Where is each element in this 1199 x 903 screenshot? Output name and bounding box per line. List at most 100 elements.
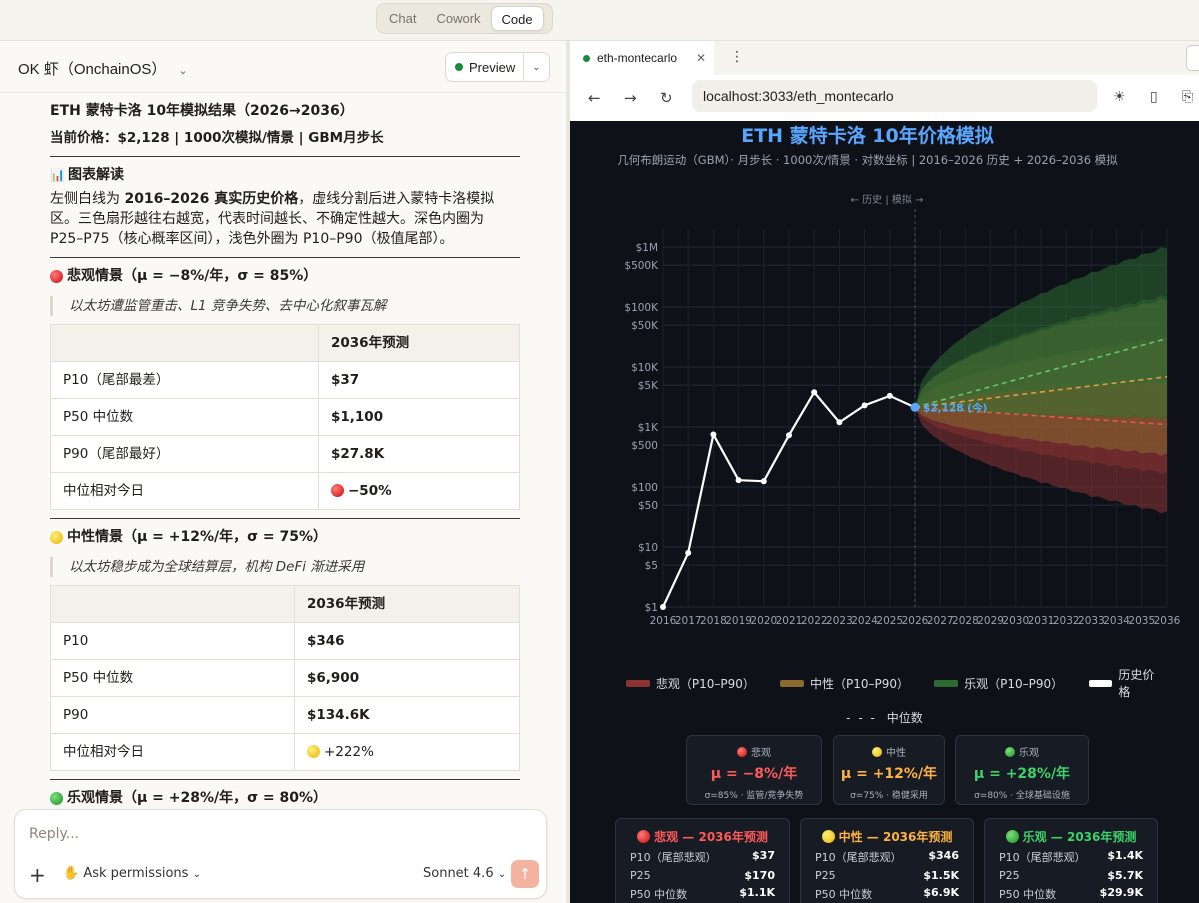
x-tick-label: 2024	[851, 615, 878, 627]
red-circle-icon	[737, 746, 747, 757]
chevron-down-icon: ⌄	[497, 869, 507, 880]
table-row: P50 中位数 $1,100	[50, 398, 520, 436]
browser-tabbar: eth-montecarlo ✕ ⋮	[570, 41, 1199, 75]
table-cell: $37	[318, 361, 520, 399]
ask-permissions-button[interactable]: ✋ Ask permissions ⌄	[63, 866, 201, 881]
mode-chat[interactable]: Chat	[379, 6, 426, 31]
back-icon[interactable]: ←	[588, 89, 601, 107]
browser-nav: ← → ↻ localhost:3033/eth_montecarlo ☀ ▯ …	[570, 75, 1199, 121]
divider	[50, 156, 520, 157]
y-tick-label: $10K	[631, 362, 659, 374]
green-circle-icon	[50, 791, 63, 805]
status-dot-icon	[455, 63, 463, 71]
theme-icon[interactable]: ☀	[1113, 89, 1126, 105]
divider-label: ← 历史 | 模拟 →	[851, 193, 924, 206]
bull-heading: 乐观情景（μ = +28%/年，σ = 80%）	[50, 788, 520, 808]
table-cell: P10	[50, 622, 295, 660]
neutral-heading: 中性情景（μ = +12%/年，σ = 75%）	[50, 527, 520, 547]
bear-quote: 以太坊遭监管重击、L1 竞争失势、去中心化叙事瓦解	[50, 296, 520, 316]
dashed-line-icon: - - -	[846, 711, 877, 725]
more-icon[interactable]: ⋮	[730, 49, 744, 65]
bear-change-value: −50%	[348, 483, 392, 499]
red-circle-icon	[331, 484, 344, 497]
preview-dropdown-chevron-icon[interactable]: ⌄	[523, 53, 549, 81]
chart-reading-text: 左侧白线为 2016–2026 真实历史价格，虚线分割后进入蒙特卡洛模拟区。三色…	[50, 189, 520, 249]
browser-panel: eth-montecarlo ✕ ⋮ ← → ↻ localhost:3033/…	[570, 41, 1199, 903]
send-button[interactable]: ↑	[511, 860, 539, 888]
model-selector[interactable]: Sonnet 4.6 ⌄	[423, 866, 506, 881]
history-point	[786, 432, 792, 439]
pcard-value: $1.5K	[923, 869, 959, 882]
card-mu: μ = +12%/年	[840, 766, 938, 782]
divider	[50, 779, 520, 780]
median-legend-label: 中位数	[886, 711, 923, 725]
y-tick-label: $500	[631, 440, 658, 452]
para-bold: 2016–2026 真实历史价格	[124, 191, 299, 207]
pcard-label: P25	[999, 869, 1020, 882]
card-name: 乐观	[956, 744, 1088, 759]
y-tick-label: $5	[645, 560, 658, 572]
legend-label: 悲观（P10–P90）	[655, 676, 755, 691]
history-point	[861, 402, 868, 409]
inspect-icon[interactable]: ⎘	[1182, 89, 1193, 105]
card-desc: σ=85% · 监管/竞争失势	[704, 791, 804, 801]
pcard-row: P25 $170	[616, 869, 789, 882]
x-tick-label: 2033	[1078, 615, 1105, 627]
tab-title: eth-montecarlo	[597, 51, 678, 65]
current-price-label: $2,128 (今)	[923, 401, 987, 414]
reload-icon[interactable]: ↻	[660, 89, 673, 107]
x-tick-label: 2021	[776, 615, 803, 627]
divider	[50, 518, 520, 519]
yellow-circle-icon	[821, 830, 835, 843]
y-tick-label: $1	[645, 602, 658, 614]
model-label: Sonnet 4.6	[423, 866, 494, 881]
legend-label: 中性（P10–P90）	[810, 676, 910, 691]
reply-input[interactable]: Reply...	[29, 826, 79, 842]
x-tick-label: 2028	[952, 615, 979, 627]
pcard-row: P25 $5.7K	[985, 869, 1157, 882]
project-selector[interactable]: OK 虾（OnchainOS） ⌄	[18, 58, 188, 79]
reply-box[interactable]: Reply... + ✋ Ask permissions ⌄ Sonnet 4.…	[14, 809, 547, 899]
legend-label: 历史价格	[1118, 668, 1155, 699]
legend-item[interactable]: 中性（P10–P90）	[780, 673, 910, 693]
legend-item[interactable]: 悲观（P10–P90）	[626, 673, 755, 693]
mode-cowork[interactable]: Cowork	[426, 6, 490, 31]
x-tick-label: 2016	[650, 615, 677, 627]
table-header-row: 2036年预测	[50, 585, 520, 623]
forward-icon[interactable]: →	[624, 89, 637, 107]
card-name: 悲观	[687, 744, 821, 759]
legend-item[interactable]: 历史价格	[1088, 668, 1167, 699]
neutral-quote: 以太坊稳步成为全球结算层，机构 DeFi 渐进采用	[50, 557, 520, 577]
current-price-point	[910, 402, 920, 412]
yellow-circle-icon	[307, 745, 320, 758]
pcard-label: P50 中位数	[815, 888, 873, 901]
pcard-title: 乐观 — 2036年预测	[985, 828, 1157, 845]
device-icon[interactable]: ▯	[1150, 89, 1158, 105]
card-name-text: 乐观	[1019, 748, 1039, 759]
close-icon[interactable]: ✕	[696, 51, 706, 65]
browser-tab[interactable]: eth-montecarlo ✕	[570, 41, 714, 75]
table-cell: $6,900	[294, 659, 520, 697]
x-tick-label: 2018	[700, 615, 727, 627]
pcard-title-text: 悲观 — 2036年预测	[654, 830, 768, 844]
y-tick-label: $5K	[638, 380, 659, 392]
panel-toggle-button[interactable]	[1186, 45, 1199, 71]
url-bar[interactable]: localhost:3033/eth_montecarlo	[692, 80, 1097, 112]
mode-code[interactable]: Code	[490, 6, 544, 31]
legend-label: 乐观（P10–P90）	[964, 676, 1064, 691]
legend-item[interactable]: 乐观（P10–P90）	[934, 673, 1064, 693]
pcard-label: P25	[630, 869, 651, 882]
table-header: 2036年预测	[294, 585, 520, 623]
y-tick-label: $1K	[638, 422, 659, 434]
green-circle-icon	[1005, 746, 1015, 757]
median-legend[interactable]: - - - 中位数	[570, 709, 1199, 726]
bear-heading-text: 悲观情景（μ = −8%/年，σ = 85%）	[67, 268, 318, 284]
preview-button[interactable]: Preview ⌄	[445, 52, 550, 82]
plus-icon[interactable]: +	[29, 863, 46, 887]
chat-header: OK 虾（OnchainOS） ⌄ Preview ⌄	[0, 41, 566, 93]
table-cell: +222%	[294, 733, 520, 771]
x-tick-label: 2032	[1053, 615, 1080, 627]
x-tick-label: 2019	[725, 615, 752, 627]
table-header: 2036年预测	[318, 324, 520, 362]
x-tick-label: 2025	[876, 615, 903, 627]
